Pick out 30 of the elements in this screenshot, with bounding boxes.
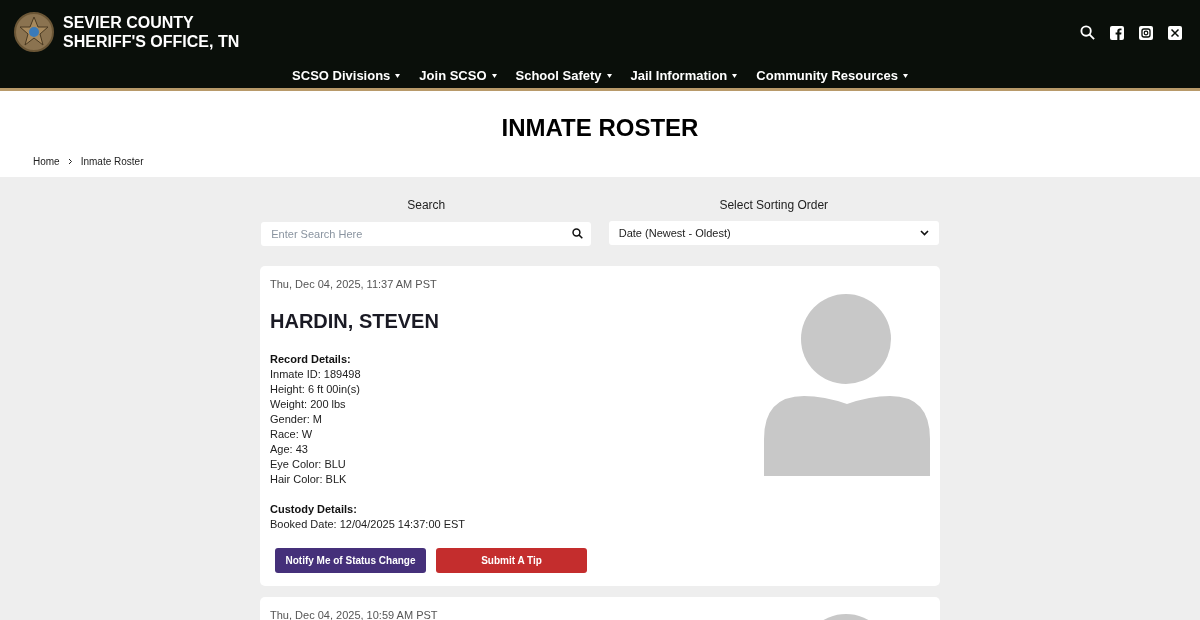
detail-line: Hair Color: BLK <box>270 471 347 487</box>
detail-line: Booked Date: 12/04/2025 14:37:00 EST <box>270 516 466 532</box>
search-field[interactable]: Enter Search Here <box>261 222 592 246</box>
record-date: Thu, Dec 04, 2025, 11:37 AM PST <box>270 277 437 292</box>
inmate-name: HARDIN, STEVEN <box>270 308 439 334</box>
site-title[interactable]: SHERIFF'S OFFICE, TN <box>63 32 240 51</box>
site-title[interactable]: SEVIER COUNTY <box>63 13 240 32</box>
section-heading: Custody Details: <box>270 501 357 517</box>
detail-line: Height: 6 ft 00in(s) <box>270 381 360 397</box>
nav-link[interactable]: SCSO Divisions <box>292 66 401 86</box>
sort-dropdown[interactable]: Date (Newest - Oldest) <box>608 221 939 245</box>
record-date: Thu, Dec 04, 2025, 10:59 AM PST <box>270 607 438 620</box>
page-title: INMATE ROSTER <box>500 113 700 143</box>
detail-line: Inmate ID: 189498 <box>270 366 361 382</box>
notify-button[interactable]: Notify Me of Status Change <box>275 547 426 573</box>
detail-line: Eye Color: BLU <box>270 456 346 472</box>
nav-link[interactable]: Join SCSO <box>419 66 497 86</box>
tip-button[interactable]: Submit A Tip <box>436 547 587 573</box>
search-label: Search <box>407 197 446 214</box>
breadcrumb-link[interactable]: Home <box>33 154 60 169</box>
detail-line: Age: 43 <box>270 441 308 457</box>
detail-line: Gender: M <box>270 411 322 427</box>
detail-line: Race: W <box>270 426 313 442</box>
detail-line: Weight: 200 lbs <box>270 396 346 412</box>
nav-link[interactable]: School Safety <box>515 66 612 86</box>
nav-link[interactable]: Community Resources <box>756 66 908 86</box>
sort-label: Select Sorting Order <box>719 197 829 214</box>
section-heading: Record Details: <box>270 351 351 367</box>
nav-link[interactable]: Jail Information <box>630 66 738 86</box>
breadcrumb-current: Inmate Roster <box>80 155 144 169</box>
